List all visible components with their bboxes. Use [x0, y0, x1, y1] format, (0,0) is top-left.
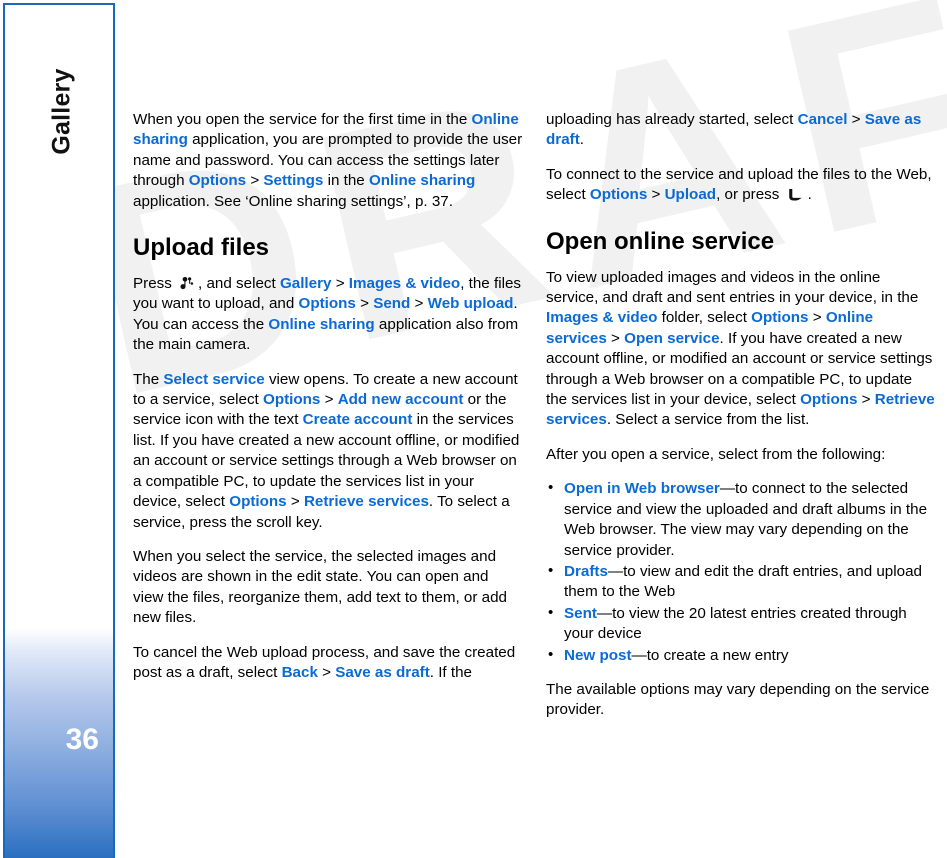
link-create-account: Create account — [302, 411, 413, 429]
link-select-service: Select service — [163, 370, 265, 388]
separator-gt: > — [410, 295, 428, 313]
text-run: The — [133, 370, 164, 388]
option-description: —to create a new entry — [631, 646, 789, 664]
manual-page: DRAFT Gallery 36 When you open the servi… — [0, 0, 947, 858]
text-run: folder, select — [657, 309, 752, 327]
link-options: Options — [751, 309, 809, 327]
heading-open-online-service: Open online service — [546, 227, 775, 255]
text-run: , or press — [716, 186, 784, 204]
link-settings: Settings — [263, 172, 324, 190]
link-options: Options — [298, 295, 356, 313]
text-run: To view uploaded images and videos in th… — [546, 268, 919, 307]
option-list-item: New post—to create a new entry — [546, 645, 936, 666]
separator-gt: > — [331, 275, 349, 293]
left-column: When you open the service for the first … — [133, 110, 523, 697]
option-description: —to view the 20 latest entries created t… — [564, 604, 907, 643]
paragraph-edit-state: When you select the service, the selecte… — [133, 547, 507, 627]
link-open-service: Open service — [624, 329, 720, 347]
paragraph-view-uploaded: To view uploaded images and videos in th… — [546, 268, 936, 431]
link-online-sharing: Online sharing — [268, 315, 375, 333]
separator-gt: > — [317, 663, 336, 681]
separator-gt: > — [355, 295, 374, 313]
link-cancel: Cancel — [797, 111, 848, 128]
text-run: . If the — [429, 663, 472, 681]
link-save-as-draft: Save as draft — [335, 663, 430, 681]
link-images-and-video: Images & video — [348, 275, 461, 293]
option-list: Open in Web browser—to connect to the se… — [546, 478, 936, 666]
link-retrieve-services: Retrieve services — [303, 493, 429, 511]
text-run: in the — [323, 172, 369, 190]
separator-gt: > — [286, 493, 304, 511]
heading-upload-files: Upload files — [133, 234, 270, 262]
menu-key-icon — [179, 275, 195, 291]
option-list-item: Open in Web browser—to connect to the se… — [546, 478, 936, 561]
option-list-item: Drafts—to view and edit the draft entrie… — [546, 561, 936, 603]
text-run: When you open the service for the first … — [133, 111, 472, 128]
link-options: Options — [800, 391, 858, 409]
paragraph-cancel-continued: uploading has already started, select Ca… — [546, 110, 936, 151]
text-run: Press — [133, 275, 177, 293]
paragraph-available-options: The available options may vary depending… — [546, 680, 930, 719]
link-options: Options — [229, 493, 287, 511]
separator-gt: > — [320, 391, 338, 409]
text-run: . — [807, 186, 812, 204]
link-online-sharing: Online sharing — [368, 172, 476, 190]
link-options: Options — [589, 186, 648, 204]
link-images-and-video: Images & video — [546, 309, 658, 327]
paragraph-cancel-upload: To cancel the Web upload process, and sa… — [133, 643, 523, 684]
separator-gt: > — [857, 391, 875, 409]
link-options: Options — [263, 391, 321, 409]
paragraph-connect-and-upload: To connect to the service and upload the… — [546, 165, 936, 206]
text-run: uploading has already started, select — [546, 111, 798, 128]
option-description: —to view and edit the draft entries, and… — [564, 562, 922, 601]
option-link: Open in Web browser — [564, 480, 720, 498]
option-link: Sent — [564, 604, 597, 622]
separator-gt: > — [246, 172, 264, 190]
paragraph-select-service: The Select service view opens. To create… — [133, 370, 523, 533]
text-run: application. See ‘Online sharing setting… — [133, 192, 453, 210]
chapter-title: Gallery — [47, 68, 76, 155]
link-gallery: Gallery — [279, 275, 332, 293]
link-back: Back — [281, 663, 318, 681]
separator-gt: > — [808, 309, 826, 327]
text-run: . Select a service from the list. — [606, 411, 810, 429]
paragraph-online-sharing-intro: When you open the service for the first … — [133, 110, 523, 212]
option-link: New post — [564, 646, 632, 664]
call-key-icon — [787, 188, 805, 202]
link-upload: Upload — [664, 186, 717, 204]
link-send: Send — [373, 295, 411, 313]
paragraph-after-open-service: After you open a service, select from th… — [546, 445, 886, 463]
link-add-new-account: Add new account — [337, 391, 464, 409]
page-number: 36 — [65, 723, 99, 756]
chapter-sidebar: Gallery 36 — [3, 3, 115, 858]
right-column: uploading has already started, select Ca… — [546, 110, 936, 735]
separator-gt: > — [847, 111, 865, 128]
separator-gt: > — [606, 329, 625, 347]
option-link: Drafts — [564, 562, 608, 580]
link-web-upload: Web upload — [427, 295, 514, 313]
option-list-item: Sent—to view the 20 latest entries creat… — [546, 603, 936, 645]
text-run: , and select — [198, 275, 280, 293]
paragraph-upload-files-steps: Press , and select Gallery > Images & vi… — [133, 274, 523, 356]
separator-gt: > — [647, 186, 665, 204]
text-run: . — [579, 131, 584, 149]
link-options: Options — [188, 172, 247, 190]
